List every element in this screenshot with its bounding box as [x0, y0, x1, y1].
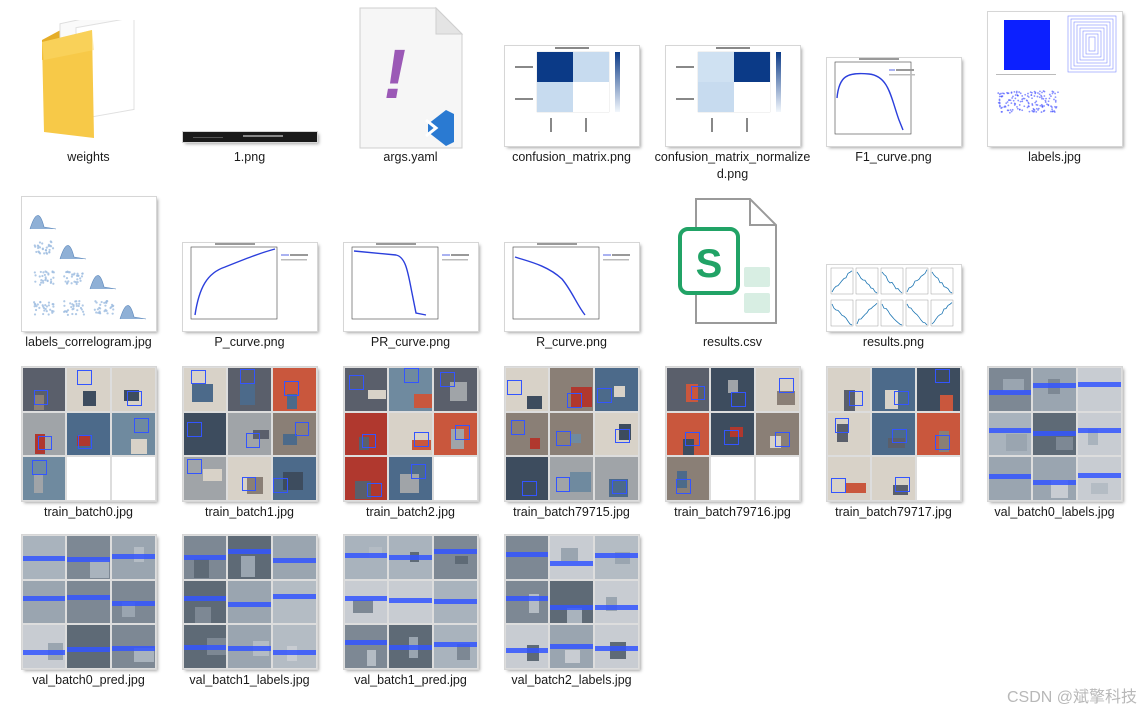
- file-name-label: PR_curve.png: [370, 335, 451, 349]
- folder-icon: [40, 20, 140, 138]
- file-item[interactable]: train_batch79717.jpg: [813, 355, 974, 521]
- image-thumbnail: [825, 264, 962, 332]
- file-name-label: val_batch1_labels.jpg: [189, 673, 310, 687]
- file-name-label: labels_correlogram.jpg: [25, 335, 152, 349]
- thumbnail: [491, 185, 652, 332]
- svg-text:S: S: [696, 242, 723, 286]
- watermark: CSDN @斌擎科技: [1006, 689, 1137, 706]
- image-thumbnail: [181, 534, 318, 670]
- yaml-file-icon: !: [358, 6, 464, 150]
- file-item[interactable]: val_batch1_pred.jpg: [330, 523, 491, 689]
- file-item[interactable]: R_curve.png: [491, 185, 652, 351]
- file-item[interactable]: train_batch79715.jpg: [491, 355, 652, 521]
- image-thumbnail: [825, 57, 962, 147]
- thumbnail: !: [330, 0, 491, 149]
- thumbnail: [491, 523, 652, 670]
- thumbnail: [813, 0, 974, 147]
- image-thumbnail: [503, 366, 640, 502]
- thumbnail: [813, 355, 974, 502]
- file-item[interactable]: train_batch2.jpg: [330, 355, 491, 521]
- thumbnail: [652, 0, 813, 147]
- file-name-label: results.png: [862, 335, 925, 349]
- image-thumbnail: [20, 534, 157, 670]
- image-thumbnail: [986, 11, 1123, 147]
- file-name-label: confusion_matrix_normalized.png: [654, 150, 811, 181]
- thumbnail: [491, 0, 652, 147]
- file-name-label: F1_curve.png: [855, 150, 932, 164]
- image-thumbnail: [664, 45, 801, 147]
- thumbnail: S: [652, 185, 813, 331]
- thumbnail: [974, 0, 1135, 147]
- file-name-label: results.csv: [702, 335, 763, 349]
- thumbnail: [169, 523, 330, 670]
- image-thumbnail: [825, 366, 962, 502]
- image-thumbnail: [342, 534, 479, 670]
- file-name-label: train_batch79715.jpg: [513, 505, 630, 519]
- image-thumbnail: [503, 534, 640, 670]
- thumbnail: [8, 185, 169, 332]
- file-item[interactable]: labels.jpg: [974, 0, 1135, 166]
- thumbnail: [491, 355, 652, 502]
- image-thumbnail: [20, 196, 157, 332]
- image-thumbnail: [342, 366, 479, 502]
- thumbnail: [813, 185, 974, 332]
- file-name-label: args.yaml: [383, 150, 438, 164]
- image-thumbnail: [342, 242, 479, 332]
- file-item[interactable]: labels_correlogram.jpg: [8, 185, 169, 351]
- file-name-label: train_batch0.jpg: [44, 505, 133, 519]
- thumbnail: [652, 355, 813, 502]
- file-item[interactable]: train_batch79716.jpg: [652, 355, 813, 521]
- file-item[interactable]: val_batch2_labels.jpg: [491, 523, 652, 689]
- image-thumbnail: [503, 242, 640, 332]
- image-thumbnail: [664, 366, 801, 502]
- file-item[interactable]: train_batch1.jpg: [169, 355, 330, 521]
- thumbnail: [8, 355, 169, 502]
- thumbnail: [330, 185, 491, 332]
- file-item[interactable]: weights: [8, 0, 169, 166]
- file-item[interactable]: ! args.yaml: [330, 0, 491, 166]
- file-name-label: val_batch1_pred.jpg: [354, 673, 467, 687]
- file-item[interactable]: 1.png: [169, 0, 330, 166]
- file-item[interactable]: val_batch0_pred.jpg: [8, 523, 169, 689]
- thumbnail: [169, 185, 330, 332]
- image-thumbnail: [986, 366, 1123, 502]
- file-grid: weights 1.png ! args.yaml confusion_matr…: [8, 0, 1136, 715]
- spreadsheet-file-icon: S: [678, 197, 778, 327]
- file-item[interactable]: val_batch0_labels.jpg: [974, 355, 1135, 521]
- thumbnail: [169, 0, 330, 146]
- file-name-label: train_batch79716.jpg: [674, 505, 791, 519]
- thumbnail: [169, 355, 330, 502]
- file-name-label: weights: [67, 150, 110, 164]
- image-thumbnail: [181, 242, 318, 332]
- image-thumbnail: [503, 45, 640, 147]
- thumbnail: [8, 0, 169, 146]
- file-item[interactable]: PR_curve.png: [330, 185, 491, 351]
- file-name-label: train_batch79717.jpg: [835, 505, 952, 519]
- image-thumbnail: [20, 366, 157, 502]
- file-item[interactable]: confusion_matrix_normalized.png: [652, 0, 813, 183]
- file-name-label: val_batch0_pred.jpg: [32, 673, 145, 687]
- file-item[interactable]: val_batch1_labels.jpg: [169, 523, 330, 689]
- file-name-label: val_batch2_labels.jpg: [511, 673, 632, 687]
- file-item[interactable]: F1_curve.png: [813, 0, 974, 166]
- thumbnail: [330, 355, 491, 502]
- thumbnail: [330, 523, 491, 670]
- file-name-label: labels.jpg: [1028, 150, 1081, 164]
- file-name-label: 1.png: [233, 150, 266, 164]
- file-item[interactable]: P_curve.png: [169, 185, 330, 351]
- thumbnail: [974, 355, 1135, 502]
- file-name-label: val_batch0_labels.jpg: [994, 505, 1115, 519]
- file-name-label: P_curve.png: [214, 335, 285, 349]
- image-thumbnail: [181, 131, 318, 143]
- file-item[interactable]: confusion_matrix.png: [491, 0, 652, 166]
- image-thumbnail: [181, 366, 318, 502]
- thumbnail: [8, 523, 169, 670]
- file-name-label: confusion_matrix.png: [512, 150, 631, 164]
- file-item[interactable]: results.png: [813, 185, 974, 351]
- file-name-label: train_batch1.jpg: [205, 505, 294, 519]
- file-name-label: train_batch2.jpg: [366, 505, 455, 519]
- file-name-label: R_curve.png: [536, 335, 607, 349]
- file-item[interactable]: train_batch0.jpg: [8, 355, 169, 521]
- file-item[interactable]: S results.csv: [652, 185, 813, 351]
